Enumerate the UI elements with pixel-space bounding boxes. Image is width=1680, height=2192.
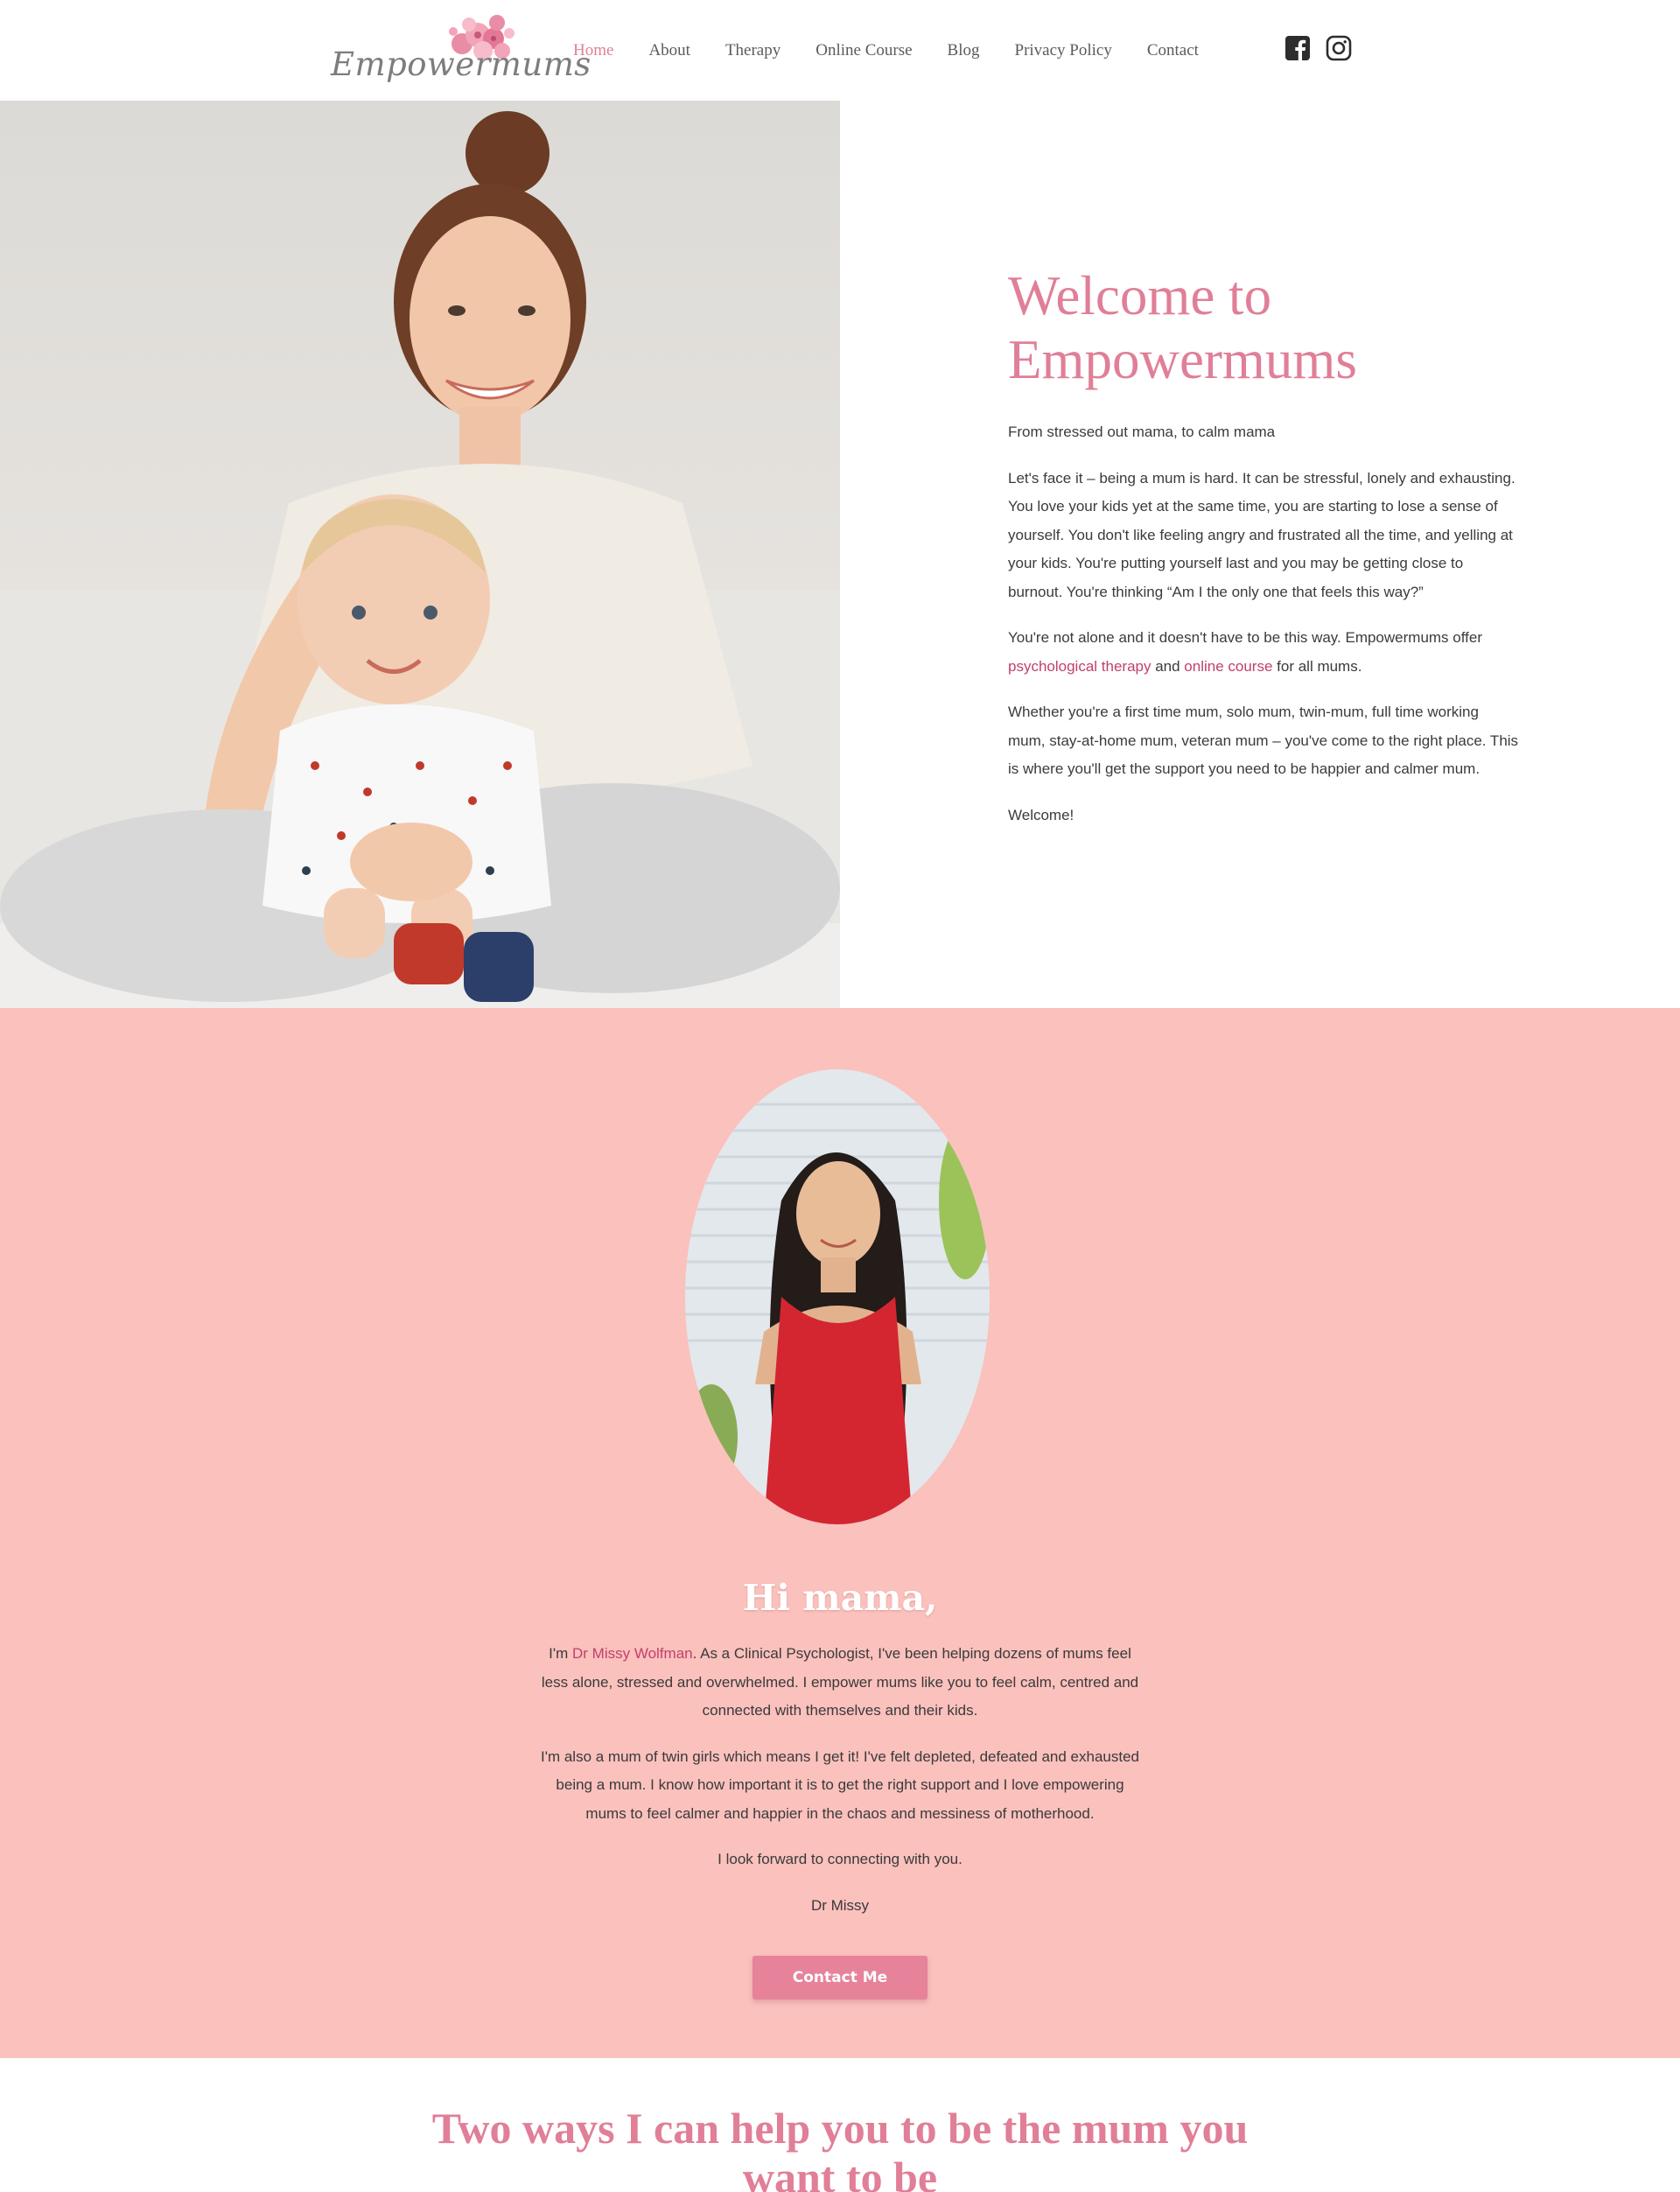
hero-paragraph-2: You're not alone and it doesn't have to … (1008, 624, 1520, 681)
intro-paragraph-1: I'm Dr Missy Wolfman. As a Clinical Psyc… (534, 1640, 1146, 1726)
intro-paragraph-2: I'm also a mum of twin girls which means… (540, 1747, 1140, 1822)
intro-paragraph-3: I look forward to connecting with you. (718, 1851, 962, 1867)
nav-online-course[interactable]: Online Course (816, 41, 912, 60)
hero-text: Welcome to Empowermums From stressed out… (1008, 264, 1520, 847)
psychological-therapy-link[interactable]: psychological therapy (1008, 658, 1151, 675)
nav-blog[interactable]: Blog (948, 41, 980, 60)
intro-section: Hi mama, I'm Dr Missy Wolfman. As a Clin… (0, 1008, 1680, 2058)
nav-home[interactable]: Home (573, 41, 613, 60)
hero-photo-mother-and-baby (0, 101, 840, 1008)
portrait-photo-dr-missy (685, 1069, 990, 1524)
site-header: Empowermums Home About Therapy Online Co… (0, 0, 1680, 101)
dr-missy-wolfman-link[interactable]: Dr Missy Wolfman (572, 1645, 693, 1662)
facebook-icon[interactable] (1284, 35, 1311, 61)
hero-p2-text-b: and (1151, 657, 1185, 675)
hero-p2-text-c: for all mums. (1272, 657, 1362, 675)
hero-welcome: Welcome! (1008, 806, 1074, 823)
hero-paragraph-3: Whether you're a first time mum, solo mu… (1008, 704, 1519, 777)
nav-about[interactable]: About (648, 41, 690, 60)
main-nav: Home About Therapy Online Course Blog Pr… (573, 0, 1234, 101)
intro-title: Hi mama, (742, 1577, 938, 1619)
nav-contact[interactable]: Contact (1147, 41, 1199, 60)
contact-me-button[interactable]: Contact Me (752, 1956, 928, 1999)
online-course-link[interactable]: online course (1184, 658, 1272, 675)
intro-signature: Dr Missy (810, 1896, 870, 1914)
hero-title: Welcome to Empowermums (1008, 265, 1357, 390)
nav-privacy-policy[interactable]: Privacy Policy (1015, 41, 1112, 60)
instagram-icon[interactable] (1326, 35, 1352, 61)
two-ways-title: Two ways I can help you to be the mum yo… (431, 2104, 1249, 2192)
hero-paragraph-1: Let's face it – being a mum is hard. It … (1008, 469, 1516, 600)
hero-p2-text-a: You're not alone and it doesn't have to … (1008, 629, 1482, 646)
site-logo[interactable]: Empowermums (331, 12, 591, 88)
nav-therapy[interactable]: Therapy (725, 41, 780, 60)
intro-body: I'm Dr Missy Wolfman. As a Clinical Psyc… (534, 1640, 1146, 1937)
social-links (1284, 35, 1352, 61)
hero-tagline: From stressed out mama, to calm mama (1008, 424, 1276, 440)
logo-text: Empowermums (331, 46, 592, 83)
intro-p1-text-a: I'm (549, 1645, 573, 1662)
